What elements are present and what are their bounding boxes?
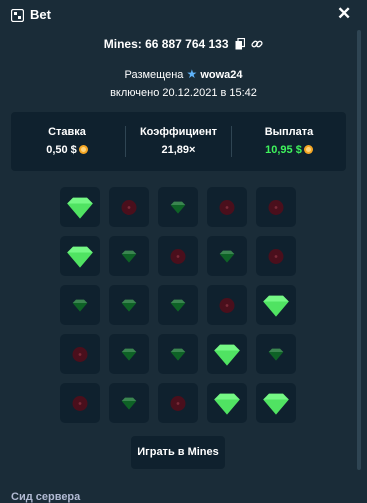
stat-bet: Ставка 0,50 $: [11, 112, 123, 171]
board-tile: [207, 187, 247, 227]
payout-value: 10,95 $: [265, 144, 302, 156]
bet-date: включено 20.12.2021 в 15:42: [110, 87, 257, 99]
gem-icon: [268, 348, 284, 361]
play-mines-button[interactable]: Играть в Mines: [131, 436, 225, 469]
scrollbar[interactable]: [357, 30, 361, 470]
payout-label: Выплата: [264, 126, 314, 138]
gem-icon: [121, 348, 137, 361]
board-tile: [158, 187, 198, 227]
mine-icon: [219, 200, 235, 215]
board-tile: [256, 236, 296, 276]
gem-revealed-icon: [67, 197, 93, 219]
game-id-text: Mines: 66 887 764 133: [103, 37, 229, 51]
modal-title: Bet: [30, 7, 51, 22]
board-tile: [207, 334, 247, 374]
board-tile: [207, 285, 247, 325]
bet-value-wrap: 0,50 $: [11, 144, 123, 156]
gem-icon: [170, 299, 186, 312]
board-tile: [256, 285, 296, 325]
gem-icon: [121, 299, 137, 312]
close-icon[interactable]: ✕: [337, 4, 351, 24]
stat-payout: Выплата 10,95 $: [232, 112, 346, 171]
mine-icon: [121, 200, 137, 215]
board-tile: [109, 236, 149, 276]
placed-by-label: Размещена: [124, 69, 184, 81]
vip-star-icon: ★: [186, 67, 198, 81]
game-id: Mines: 66 887 764 133: [0, 37, 367, 51]
server-seed-label: Сид сервера: [11, 491, 81, 503]
gem-icon: [170, 348, 186, 361]
mine-icon: [219, 298, 235, 313]
mine-icon: [72, 396, 88, 411]
payout-value-wrap: 10,95 $: [232, 144, 346, 156]
board-tile: [158, 236, 198, 276]
gem-icon: [72, 299, 88, 312]
coin-icon: [78, 145, 88, 154]
copy-icon[interactable]: [235, 38, 245, 50]
stat-multiplier: Коэффициент 21,89×: [126, 112, 231, 171]
username[interactable]: wowa24: [200, 69, 242, 81]
multiplier-label: Коэффициент: [139, 126, 218, 138]
bet-label: Ставка: [48, 126, 86, 138]
mine-icon: [72, 347, 88, 362]
board-tile: [60, 285, 100, 325]
board-tile: [60, 383, 100, 423]
board-tile: [256, 187, 296, 227]
gem-revealed-icon: [214, 344, 240, 366]
board-tile: [60, 334, 100, 374]
gem-revealed-icon: [214, 393, 240, 415]
board-tile: [109, 187, 149, 227]
board-tile: [60, 187, 100, 227]
placed-by: Размещена ★ wowa24: [0, 67, 367, 81]
bet-stats-panel: Ставка 0,50 $ Коэффициент 21,89× Выплата…: [11, 112, 346, 171]
board-tile: [109, 383, 149, 423]
gem-icon: [170, 201, 186, 214]
gem-revealed-icon: [263, 295, 289, 317]
gem-icon: [219, 250, 235, 263]
board-tile: [158, 334, 198, 374]
coin-icon: [303, 145, 313, 154]
mine-icon: [170, 396, 186, 411]
mine-icon: [268, 200, 284, 215]
bet-icon: [11, 9, 24, 22]
board-tile: [109, 334, 149, 374]
mine-icon: [268, 249, 284, 264]
bet-value: 0,50 $: [46, 144, 77, 156]
gem-revealed-icon: [67, 246, 93, 268]
board-tile: [109, 285, 149, 325]
board-tile: [158, 383, 198, 423]
gem-icon: [121, 397, 137, 410]
board-tile: [256, 334, 296, 374]
board-tile: [207, 236, 247, 276]
board-tile: [158, 285, 198, 325]
board-tile: [60, 236, 100, 276]
board-tile: [207, 383, 247, 423]
link-icon[interactable]: [251, 38, 263, 50]
modal-header: Bet ✕: [0, 0, 367, 30]
mine-icon: [170, 249, 186, 264]
gem-revealed-icon: [263, 393, 289, 415]
gem-icon: [121, 250, 137, 263]
board-tile: [256, 383, 296, 423]
multiplier-value: 21,89×: [161, 144, 196, 156]
